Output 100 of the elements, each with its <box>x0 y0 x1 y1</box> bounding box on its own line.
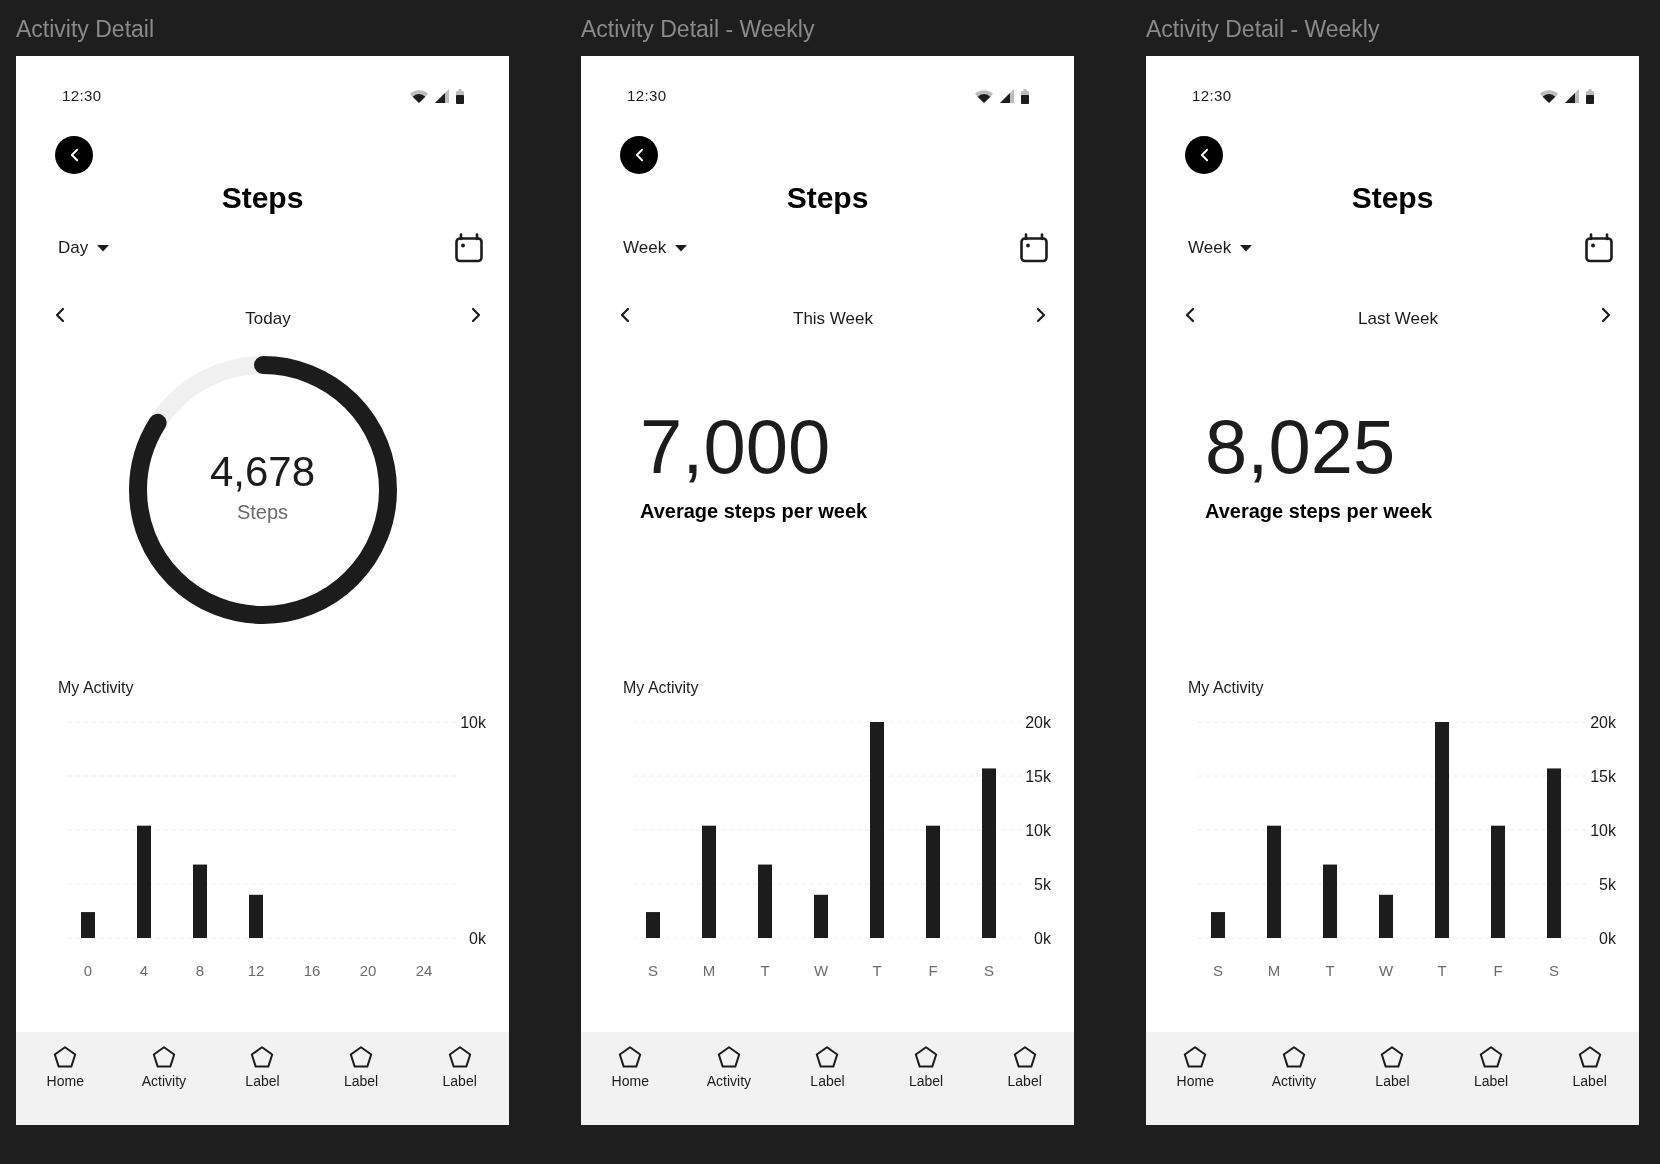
frame-title: Activity Detail - Weekly <box>581 15 815 44</box>
axis-label: T <box>1325 961 1335 979</box>
pentagon-icon <box>53 1046 78 1068</box>
axis-label: 10k <box>1590 821 1616 839</box>
nav-tab[interactable]: Label <box>876 1032 976 1125</box>
axis-label: 15k <box>1025 767 1051 785</box>
nav-tab[interactable]: Label <box>410 1032 509 1125</box>
wifi-icon <box>975 89 993 103</box>
axis-label: 0k <box>1034 929 1051 947</box>
date-label: Last Week <box>1358 308 1438 330</box>
pentagon-icon <box>1577 1046 1602 1068</box>
screen-title: Steps <box>1351 180 1434 216</box>
pentagon-icon <box>815 1046 840 1068</box>
chevron-left-icon[interactable] <box>620 307 630 323</box>
status-time: 12:30 <box>1192 86 1232 106</box>
section-title: My Activity <box>58 678 134 698</box>
chevron-left-icon <box>69 148 79 162</box>
screen-title: Steps <box>221 180 304 216</box>
axis-label: 20 <box>359 961 377 979</box>
nav-tab[interactable]: Label <box>311 1032 411 1125</box>
average-steps-value: 8,025 <box>1205 409 1396 485</box>
pentagon-icon <box>250 1046 275 1068</box>
period-dropdown[interactable]: Week <box>1188 236 1253 260</box>
wifi-icon <box>410 89 428 103</box>
nav-tab[interactable]: Label <box>975 1032 1074 1125</box>
axis-label: M <box>702 961 716 979</box>
chart-bar <box>249 894 263 938</box>
status-time: 12:30 <box>62 86 102 106</box>
nav-tab[interactable]: Label <box>1540 1032 1639 1125</box>
axis-label: S <box>648 961 658 979</box>
axis-label: 5k <box>1599 875 1616 893</box>
pentagon-icon <box>349 1046 374 1068</box>
chart-bar <box>646 912 660 938</box>
nav-tab[interactable]: Home <box>581 1032 680 1125</box>
signal-icon <box>1000 89 1014 103</box>
signal-icon <box>435 89 449 103</box>
axis-label: 12 <box>247 961 265 979</box>
axis-label: S <box>1213 961 1223 979</box>
nav-tab[interactable]: Activity <box>1244 1032 1344 1125</box>
chart-bar <box>1379 894 1393 938</box>
nav-tab[interactable]: Label <box>213 1032 312 1125</box>
nav-tab[interactable]: Label <box>1441 1032 1541 1125</box>
pentagon-icon <box>1183 1046 1208 1068</box>
nav-tab[interactable]: Home <box>16 1032 115 1125</box>
caret-down-icon <box>1240 244 1253 252</box>
axis-label: 4 <box>139 961 149 979</box>
pentagon-icon <box>1012 1046 1037 1068</box>
back-button[interactable] <box>55 136 93 174</box>
axis-label: 20k <box>1590 713 1616 731</box>
calendar-icon[interactable] <box>1584 233 1614 263</box>
pentagon-icon <box>447 1046 472 1068</box>
calendar-icon[interactable] <box>454 233 484 263</box>
wifi-icon <box>1540 89 1558 103</box>
calendar-icon[interactable] <box>1019 233 1049 263</box>
chevron-right-icon[interactable] <box>1036 307 1046 323</box>
axis-label: 5k <box>1034 875 1051 893</box>
step-count: 4,678 <box>209 449 316 495</box>
axis-label: T <box>872 961 882 979</box>
caret-down-icon <box>97 244 110 252</box>
signal-icon <box>1565 89 1579 103</box>
status-time: 12:30 <box>627 86 667 106</box>
axis-label: 8 <box>195 961 205 979</box>
axis-label: 0k <box>1599 929 1616 947</box>
nav-tab[interactable]: Activity <box>679 1032 779 1125</box>
chevron-right-icon[interactable] <box>471 307 481 323</box>
axis-label: F <box>928 961 938 979</box>
chevron-left-icon <box>634 148 644 162</box>
nav-tab[interactable]: Label <box>778 1032 877 1125</box>
chart-bar <box>81 912 95 938</box>
chevron-left-icon[interactable] <box>55 307 65 323</box>
chevron-right-icon[interactable] <box>1601 307 1611 323</box>
average-caption: Average steps per week <box>640 499 868 523</box>
period-dropdown[interactable]: Week <box>623 236 688 260</box>
axis-label: F <box>1493 961 1503 979</box>
frame-title: Activity Detail - Weekly <box>1146 15 1380 44</box>
average-caption: Average steps per week <box>1205 499 1433 523</box>
date-label: Today <box>245 308 291 330</box>
chevron-left-icon[interactable] <box>1185 307 1195 323</box>
axis-label: W <box>1378 961 1394 979</box>
date-label: This Week <box>793 308 873 330</box>
battery-icon <box>456 88 464 104</box>
axis-label: T <box>760 961 770 979</box>
nav-tab[interactable]: Home <box>1146 1032 1245 1125</box>
axis-label: 0k <box>469 929 486 947</box>
chart-bar <box>814 894 828 938</box>
axis-label: M <box>1267 961 1281 979</box>
period-dropdown[interactable]: Day <box>58 236 110 260</box>
pentagon-icon <box>914 1046 939 1068</box>
back-button[interactable] <box>620 136 658 174</box>
axis-label: S <box>984 961 994 979</box>
chart-bar <box>1211 912 1225 938</box>
axis-label: 20k <box>1025 713 1051 731</box>
nav-tab[interactable]: Activity <box>114 1032 214 1125</box>
axis-label: 16 <box>303 961 321 979</box>
step-unit: Steps <box>236 500 289 524</box>
caret-down-icon <box>675 244 688 252</box>
axis-label: 24 <box>415 961 433 979</box>
back-button[interactable] <box>1185 136 1223 174</box>
axis-label: 10k <box>1025 821 1051 839</box>
nav-tab[interactable]: Label <box>1343 1032 1442 1125</box>
